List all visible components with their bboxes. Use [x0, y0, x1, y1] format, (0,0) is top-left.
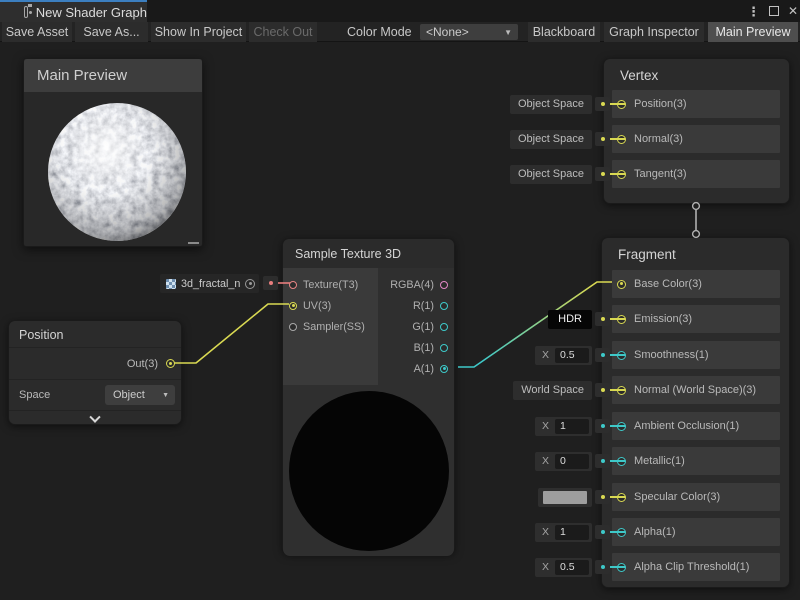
- vertex-row-position: Object Space Position(3): [518, 90, 780, 118]
- tab-bar: New Shader Graph ⋮ ✕: [0, 0, 800, 22]
- main-preview-button[interactable]: Main Preview: [708, 22, 798, 42]
- fragment-row-alpha-clip: X0.5 Alpha Clip Threshold(1): [518, 553, 780, 581]
- save-as-button[interactable]: Save As...: [75, 22, 148, 42]
- color-swatch-field[interactable]: [538, 488, 592, 507]
- position-node[interactable]: Position Out(3) Space Object ▼: [8, 320, 182, 425]
- default-binding-chip: [595, 419, 610, 433]
- port-sampler-input[interactable]: [289, 323, 297, 331]
- resize-handle[interactable]: [188, 242, 199, 244]
- fragment-row-smoothness: X0.5 Smoothness(1): [518, 341, 780, 369]
- port-rgba-output[interactable]: [440, 281, 448, 289]
- color-mode-label: Color Mode: [347, 22, 412, 42]
- vertex-node-title: Vertex: [604, 59, 789, 83]
- port-r-output[interactable]: [440, 302, 448, 310]
- sample-texture-3d-node[interactable]: Sample Texture 3D Texture(T3) UV(3) Samp…: [282, 238, 455, 554]
- graph-toolbar: Save Asset Save As... Show In Project Ch…: [0, 22, 800, 42]
- collapse-preview-button[interactable]: [9, 411, 181, 428]
- fragment-row-specular-color: Specular Color(3): [518, 483, 780, 511]
- blackboard-button[interactable]: Blackboard: [528, 22, 600, 42]
- node-preview-sphere: [289, 391, 449, 551]
- fragment-node-title: Fragment: [602, 238, 789, 262]
- port-g-output[interactable]: [440, 323, 448, 331]
- default-binding-chip: [595, 490, 610, 504]
- default-binding-chip: [595, 525, 610, 539]
- fragment-row-ambient-occlusion: X1 Ambient Occlusion(1): [518, 412, 780, 440]
- default-binding-chip: [595, 454, 610, 468]
- hdr-badge[interactable]: HDR: [548, 310, 592, 329]
- chevron-down-icon: ▼: [504, 28, 512, 37]
- vertex-row-normal: Object Space Normal(3): [518, 125, 780, 153]
- fragment-row-base-color: Base Color(3): [518, 270, 780, 298]
- sample-texture-node-title: Sample Texture 3D: [283, 239, 454, 261]
- color-mode-value: <None>: [426, 25, 469, 39]
- chevron-down-icon: ▼: [162, 392, 169, 399]
- color-mode-dropdown[interactable]: <None> ▼: [420, 24, 518, 40]
- port-out[interactable]: [166, 359, 175, 368]
- fragment-row-normal-ws: World Space Normal (World Space)(3): [518, 376, 780, 404]
- check-out-button: Check Out: [249, 22, 317, 42]
- tab-title: New Shader Graph: [36, 5, 147, 20]
- texture-asset-name: 3d_fractal_n: [181, 278, 240, 290]
- float-field[interactable]: X0.5: [535, 346, 592, 365]
- float-field[interactable]: X1: [535, 417, 592, 436]
- default-binding-chip: [595, 312, 610, 326]
- port-uv-input[interactable]: [289, 302, 297, 310]
- space-dropdown[interactable]: Object ▼: [105, 385, 175, 405]
- float-field[interactable]: X0.5: [535, 558, 592, 577]
- input-ports-column: Texture(T3) UV(3) Sampler(SS): [283, 268, 378, 385]
- fragment-row-emission: HDR Emission(3): [518, 305, 780, 333]
- show-in-project-button[interactable]: Show In Project: [151, 22, 246, 42]
- float-field[interactable]: X0: [535, 452, 592, 471]
- space-binding-pill[interactable]: Object Space: [510, 95, 592, 114]
- node-preview-area: [283, 385, 454, 556]
- texture-thumbnail-icon: [166, 279, 176, 289]
- fragment-row-metallic: X0 Metallic(1): [518, 447, 780, 475]
- tab-new-shader-graph[interactable]: New Shader Graph: [0, 0, 147, 22]
- preview-sphere: [24, 92, 202, 246]
- output-ports-column: RGBA(4) R(1) G(1) B(1) A(1): [378, 268, 454, 385]
- port-base-color[interactable]: [617, 280, 626, 289]
- space-label: Space: [19, 389, 50, 401]
- fragment-row-alpha: X1 Alpha(1): [518, 518, 780, 546]
- port-texture-input[interactable]: [289, 281, 297, 289]
- default-binding-chip: [595, 132, 610, 146]
- default-binding-chip: [263, 276, 278, 290]
- default-binding-chip: [595, 97, 610, 111]
- default-binding-chip: [595, 560, 610, 574]
- close-icon[interactable]: ✕: [788, 5, 798, 17]
- position-node-title: Position: [9, 321, 181, 347]
- maximize-icon[interactable]: [769, 6, 779, 16]
- space-binding-pill[interactable]: Object Space: [510, 130, 592, 149]
- color-swatch: [543, 491, 587, 504]
- space-dropdown-value: Object: [113, 389, 145, 401]
- default-binding-chip: [595, 348, 610, 362]
- port-b-output[interactable]: [440, 344, 448, 352]
- chevron-down-icon: [89, 411, 100, 422]
- save-asset-button[interactable]: Save Asset: [2, 22, 72, 42]
- space-binding-pill[interactable]: Object Space: [510, 165, 592, 184]
- texture-asset-field[interactable]: 3d_fractal_n: [160, 274, 259, 293]
- port-a-output[interactable]: [440, 365, 448, 373]
- out-port-label: Out(3): [127, 358, 158, 370]
- object-picker-icon[interactable]: [245, 279, 255, 289]
- space-binding-pill[interactable]: World Space: [513, 381, 592, 400]
- window-menu-icon[interactable]: ⋮: [747, 5, 760, 18]
- default-binding-chip: [595, 167, 610, 181]
- graph-inspector-button[interactable]: Graph Inspector: [604, 22, 704, 42]
- float-field[interactable]: X1: [535, 523, 592, 542]
- shader-graph-icon: [24, 6, 28, 18]
- main-preview-window[interactable]: Main Preview: [23, 58, 203, 247]
- vertex-row-tangent: Object Space Tangent(3): [518, 160, 780, 188]
- default-binding-chip: [595, 383, 610, 397]
- main-preview-title[interactable]: Main Preview: [24, 59, 202, 92]
